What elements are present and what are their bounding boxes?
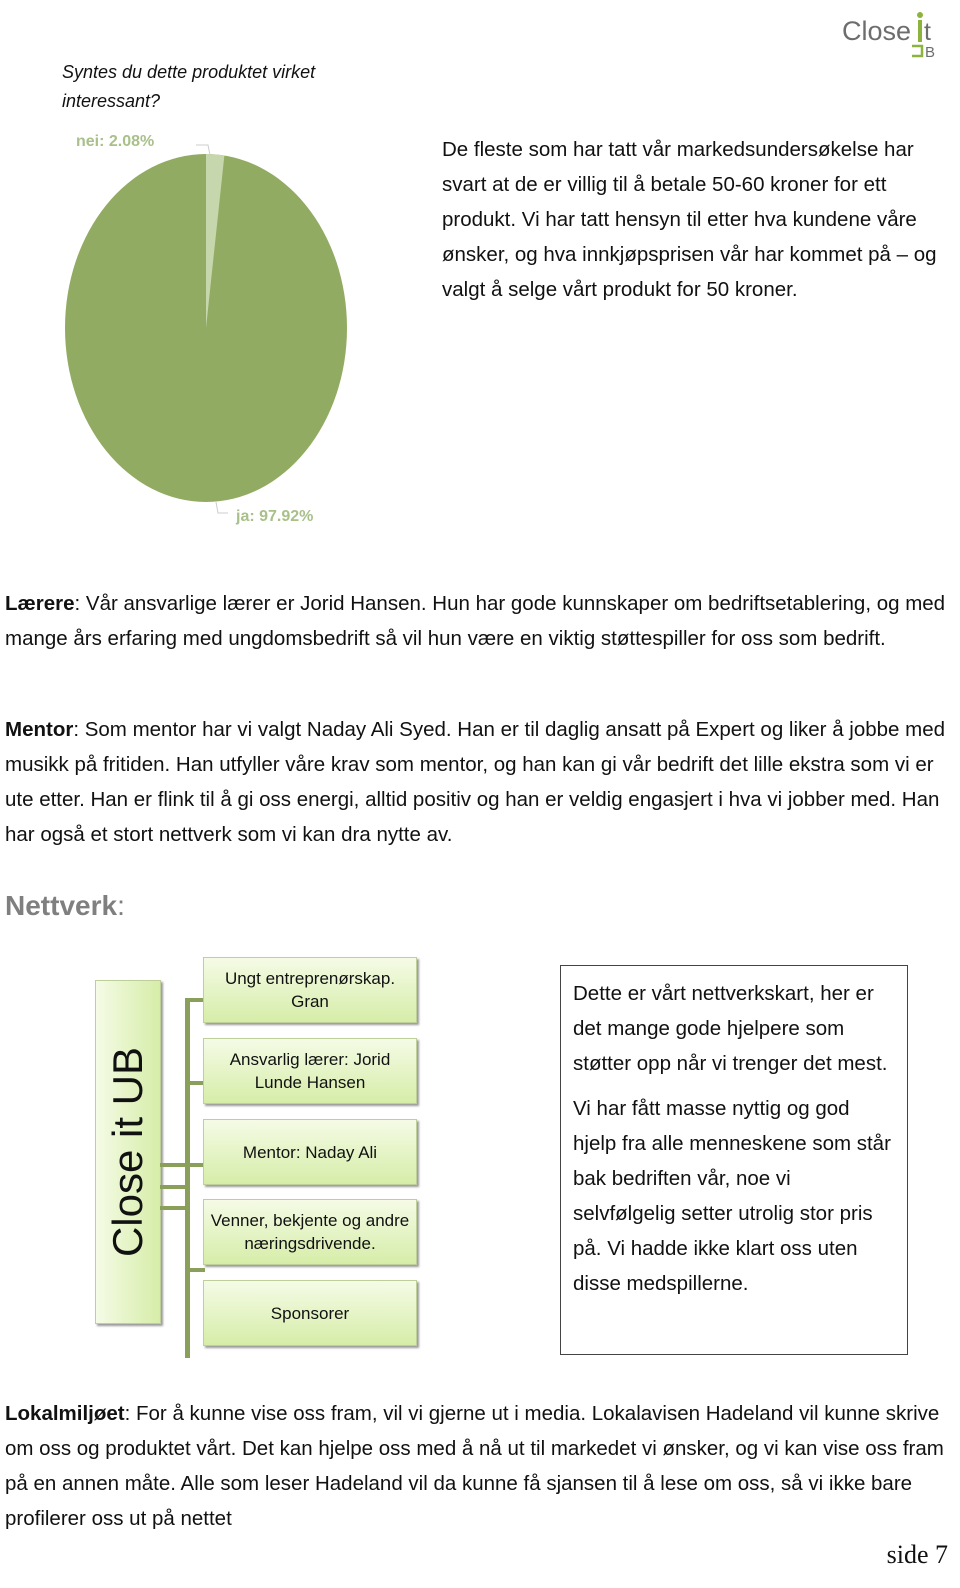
local-label: Lokalmiljøet — [5, 1402, 125, 1425]
svg-text:t: t — [924, 18, 931, 46]
network-heading-text: Nettverk — [5, 890, 118, 921]
network-root-node: Close it UB — [95, 980, 161, 1324]
price-paragraph: De fleste som har tatt vår markedsunders… — [442, 138, 937, 301]
mentor-label: Mentor — [5, 718, 74, 741]
connector-node-4 — [185, 1268, 205, 1272]
svg-text:B: B — [925, 44, 935, 58]
teacher-text: : Vår ansvarlige lærer er Jorid Hansen. … — [5, 592, 946, 650]
pie-label-nei: nei: 2.08% — [76, 133, 155, 150]
network-node: Ungt entreprenørskap. Gran — [203, 957, 417, 1023]
local-text: : For å kunne vise oss fram, vil vi gjer… — [5, 1402, 944, 1530]
network-heading-colon: : — [117, 890, 125, 921]
network-heading: Nettverk: — [5, 890, 125, 922]
close-it-ub-logo: Close t B — [842, 12, 935, 61]
logo: Close t B — [842, 6, 942, 61]
connector-node-2 — [185, 1081, 205, 1085]
local-paragraph: Lokalmiljøet: For å kunne vise oss fram,… — [5, 1396, 955, 1536]
connector-root-2 — [160, 1185, 188, 1189]
network-root-label: Close it UB — [104, 1046, 151, 1258]
mentor-paragraph: Mentor: Som mentor har vi valgt Naday Al… — [5, 712, 955, 852]
ja-leader-line — [215, 501, 228, 514]
network-node: Ansvarlig lærer: Jorid Lunde Hansen — [203, 1038, 417, 1104]
nei-leader-line — [196, 144, 211, 156]
page-number: side 7 — [886, 1540, 948, 1569]
svg-text:Close: Close — [842, 16, 911, 46]
mentor-text: : Som mentor har vi valgt Naday Ali Syed… — [5, 718, 946, 846]
connector-node-3 — [185, 1163, 205, 1167]
connector-root-3 — [160, 1206, 188, 1210]
connector-trunk — [185, 998, 190, 1358]
teacher-label: Lærere — [5, 592, 75, 615]
network-note-2: Vi har fått masse nyttig og god hjelp fr… — [573, 1097, 891, 1295]
network-node: Sponsorer — [203, 1280, 417, 1346]
teacher-paragraph: Lærere: Vår ansvarlige lærer er Jorid Ha… — [5, 586, 955, 656]
network-note-1: Dette er vårt nettverkskart, her er det … — [573, 982, 888, 1075]
network-node: Mentor: Naday Ali — [203, 1119, 417, 1185]
document-page: Close t B Syntes du dette produktet virk… — [0, 0, 960, 1588]
connector-root-1 — [160, 1163, 188, 1167]
pie-label-ja: ja: 97.92% — [236, 508, 314, 525]
pie-chart — [65, 144, 347, 514]
network-note-box: Dette er vårt nettverkskart, her er det … — [560, 965, 908, 1355]
network-node: Venner, bekjente og andre næringsdrivend… — [203, 1199, 417, 1265]
survey-question: Syntes du dette produktet virket interes… — [62, 62, 316, 111]
connector-node-1 — [185, 998, 205, 1002]
